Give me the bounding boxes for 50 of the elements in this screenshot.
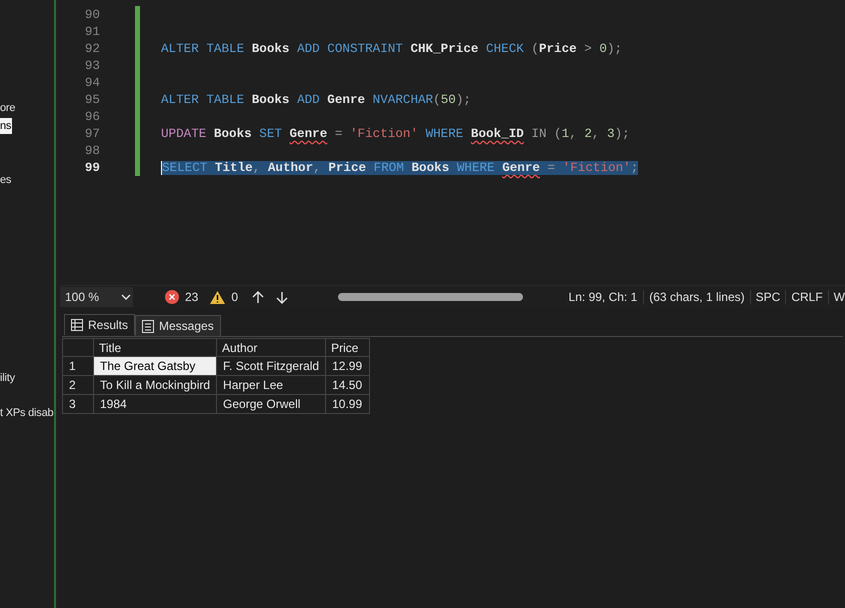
column-header[interactable]: Price — [326, 338, 370, 356]
sidebar-item[interactable]: t XPs disab — [0, 405, 54, 421]
table-cell[interactable]: The Great Gatsby — [94, 356, 217, 376]
code-line: ALTER TABLE Books ADD Genre NVARCHAR(50); — [161, 92, 471, 106]
selection-info: (63 chars, 1 lines) — [643, 290, 750, 304]
warning-icon[interactable] — [210, 290, 226, 304]
sidebar-item[interactable]: es — [0, 172, 12, 188]
grid-icon — [71, 319, 83, 331]
row-number[interactable]: 3 — [62, 394, 94, 414]
error-count: 23 — [185, 290, 198, 304]
sidebar-item[interactable]: ility — [0, 370, 16, 386]
code-line: UPDATE Books SET Genre = 'Fiction' WHERE Book_ID IN (1, 2, 3); — [161, 126, 630, 140]
table-cell[interactable]: 10.99 — [326, 394, 370, 414]
code-line: ALTER TABLE Books ADD CONSTRAINT CHK_Price CHECK (Price > 0); — [161, 42, 622, 56]
warning-count: 0 — [231, 290, 238, 304]
column-header[interactable]: Title — [94, 338, 217, 356]
error-icon[interactable] — [165, 290, 179, 304]
line-number: 96 — [84, 110, 100, 124]
chevron-down-icon — [121, 294, 132, 300]
table-cell[interactable]: 14.50 — [326, 376, 370, 394]
line-number: 92 — [84, 42, 100, 56]
arrow-down-icon[interactable] — [276, 290, 288, 304]
line-number: 94 — [84, 76, 100, 90]
line-number: 93 — [84, 58, 100, 72]
column-header[interactable]: Author — [216, 338, 326, 356]
sidebar-item[interactable]: ore — [0, 100, 16, 116]
document-icon — [142, 320, 154, 332]
line-number: 90 — [84, 8, 100, 22]
indent-mode[interactable]: SPC — [750, 290, 786, 304]
table-cell[interactable]: 1984 — [94, 394, 217, 414]
arrow-up-icon[interactable] — [252, 290, 264, 304]
encoding[interactable]: W — [828, 290, 845, 304]
result-tab[interactable]: Messages — [135, 315, 221, 336]
row-number[interactable]: 2 — [62, 376, 94, 394]
line-number: 98 — [84, 144, 100, 158]
scrollbar-thumb[interactable] — [338, 293, 524, 301]
line-number: 91 — [84, 24, 100, 38]
line-number: 99 — [84, 160, 100, 174]
zoom-dropdown[interactable]: 100 % — [60, 287, 133, 307]
table-cell[interactable]: George Orwell — [216, 394, 326, 414]
cursor-position: Ln: 99, Ch: 1 — [568, 290, 638, 304]
table-cell[interactable]: 12.99 — [326, 356, 370, 376]
sidebar-item[interactable]: ns — [0, 118, 12, 134]
table-cell[interactable]: F. Scott Fitzgerald — [216, 356, 326, 376]
line-number: 97 — [84, 126, 100, 140]
result-tab[interactable]: Results — [64, 314, 136, 335]
table-cell[interactable]: To Kill a Mockingbird — [94, 376, 217, 394]
line-number: 95 — [84, 92, 100, 106]
table-cell[interactable]: Harper Lee — [216, 376, 326, 394]
line-ending[interactable]: CRLF — [785, 290, 828, 304]
